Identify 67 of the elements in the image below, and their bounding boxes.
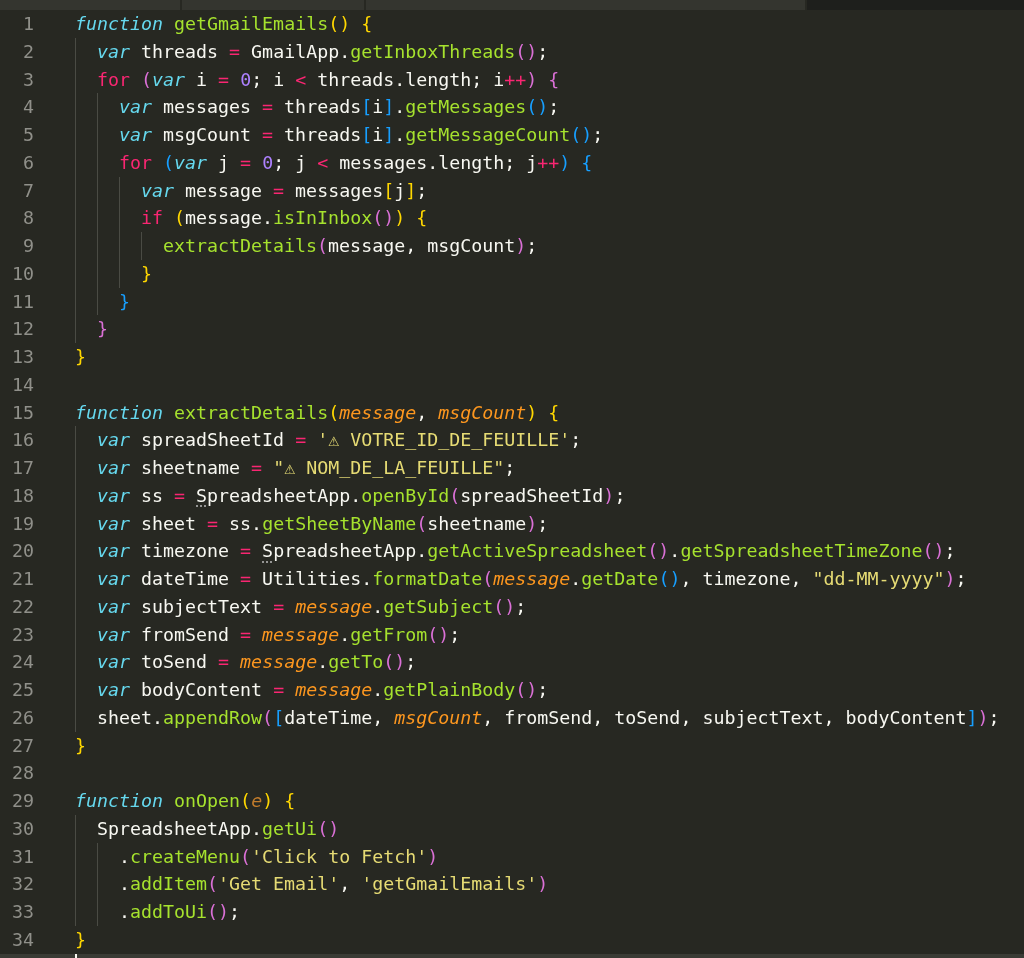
line-number: 7 [22, 178, 34, 203]
line-number: 15 [11, 400, 34, 425]
line-number: 6 [22, 150, 34, 175]
line-number: 24 [11, 650, 34, 675]
line-number: 21 [11, 567, 34, 591]
code-line: var sheet = ss.getSheetByName(sheetname); [97, 511, 549, 536]
line-number: 19 [11, 511, 34, 536]
line-number: 9 [22, 234, 34, 258]
line-number: 18 [11, 483, 34, 508]
code-line: for (var i = 0; i < threads.length; i++) { [97, 67, 560, 92]
text-cursor [75, 953, 77, 958]
code-line: } [75, 927, 86, 952]
line-number: 20 [11, 539, 34, 564]
line-number: 1 [22, 12, 34, 36]
line-number: 27 [11, 733, 34, 758]
code-line: var message = messages[j]; [141, 178, 428, 203]
code-line: var msgCount = threads[i].getMessageCount(); [119, 123, 604, 147]
line-number: 11 [11, 289, 34, 314]
line-number: 32 [11, 872, 34, 897]
code-line: function getGmailEmails() { [75, 12, 373, 36]
code-line: var messages = threads[i].getMessages(); [119, 95, 560, 120]
code-line: extractDetails(message, msgCount); [163, 234, 538, 258]
code-line: } [75, 733, 86, 758]
code-line: } [141, 261, 152, 286]
code-line: var subjectText = message.getSubject(); [97, 594, 527, 619]
code-line: var toSend = message.getTo(); [97, 650, 417, 675]
line-number: 12 [11, 317, 34, 342]
line-number: 28 [11, 761, 34, 786]
line-number: 2 [22, 39, 34, 64]
code-line: function extractDetails(message, msgCount) { [75, 400, 560, 425]
code-line: function onOpen(e) { [75, 789, 296, 813]
line-number: 13 [11, 345, 34, 369]
code-line: var sheetname = "⚠ NOM_DE_LA_FEUILLE"; [97, 456, 516, 480]
code-line: if (message.isInInbox()) { [141, 206, 428, 231]
code-line: sheet.appendRow([dateTime, msgCount, fromSend, toSend, subjectText, bodyContent]); [97, 705, 1000, 730]
line-number: 22 [11, 594, 34, 619]
code-line: var timezone = SpreadsheetApp.getActiveSpreadsheet().getSpreadsheetTimeZone(); [97, 539, 956, 564]
line-number: 31 [11, 844, 34, 869]
line-number: 16 [11, 428, 34, 453]
line-number: 30 [11, 816, 34, 841]
line-number: 4 [22, 95, 34, 120]
line-number: 5 [22, 123, 34, 147]
line-number: 25 [11, 678, 34, 702]
line-number: 33 [11, 900, 34, 924]
code-line: } [75, 345, 86, 369]
code-line: var dateTime = Utilities.formatDate(message.getDate(), timezone, "dd-MM-yyyy"); [97, 567, 967, 591]
line-number: 23 [11, 622, 34, 647]
code-line: var ss = SpreadsheetApp.openById(spreadSheetId); [97, 483, 626, 508]
code-line: } [119, 289, 130, 314]
line-number: 29 [11, 789, 34, 813]
line-number: 26 [11, 705, 34, 730]
code-line: SpreadsheetApp.getUi() [97, 816, 340, 841]
code-line: } [97, 317, 108, 342]
code-line: var spreadSheetId = '⚠ VOTRE_ID_DE_FEUILLE'; [97, 428, 582, 453]
line-number: 10 [11, 261, 34, 286]
code-line: .addToUi(); [119, 900, 241, 924]
code-line: for (var j = 0; j < messages.length; j++) { [119, 150, 593, 175]
code-line: var fromSend = message.getFrom(); [97, 622, 461, 647]
line-number: 34 [11, 927, 34, 952]
line-number: 3 [22, 67, 34, 92]
code-line: .addItem('Get Email', 'getGmailEmails') [119, 872, 549, 897]
code-line: var bodyContent = message.getPlainBody(); [97, 678, 549, 702]
line-number: 14 [11, 372, 34, 397]
line-number: 8 [22, 206, 34, 231]
code-line: var threads = GmailApp.getInboxThreads(); [97, 39, 549, 64]
code-line: .createMenu('Click to Fetch') [119, 844, 439, 869]
line-number: 17 [11, 456, 34, 480]
